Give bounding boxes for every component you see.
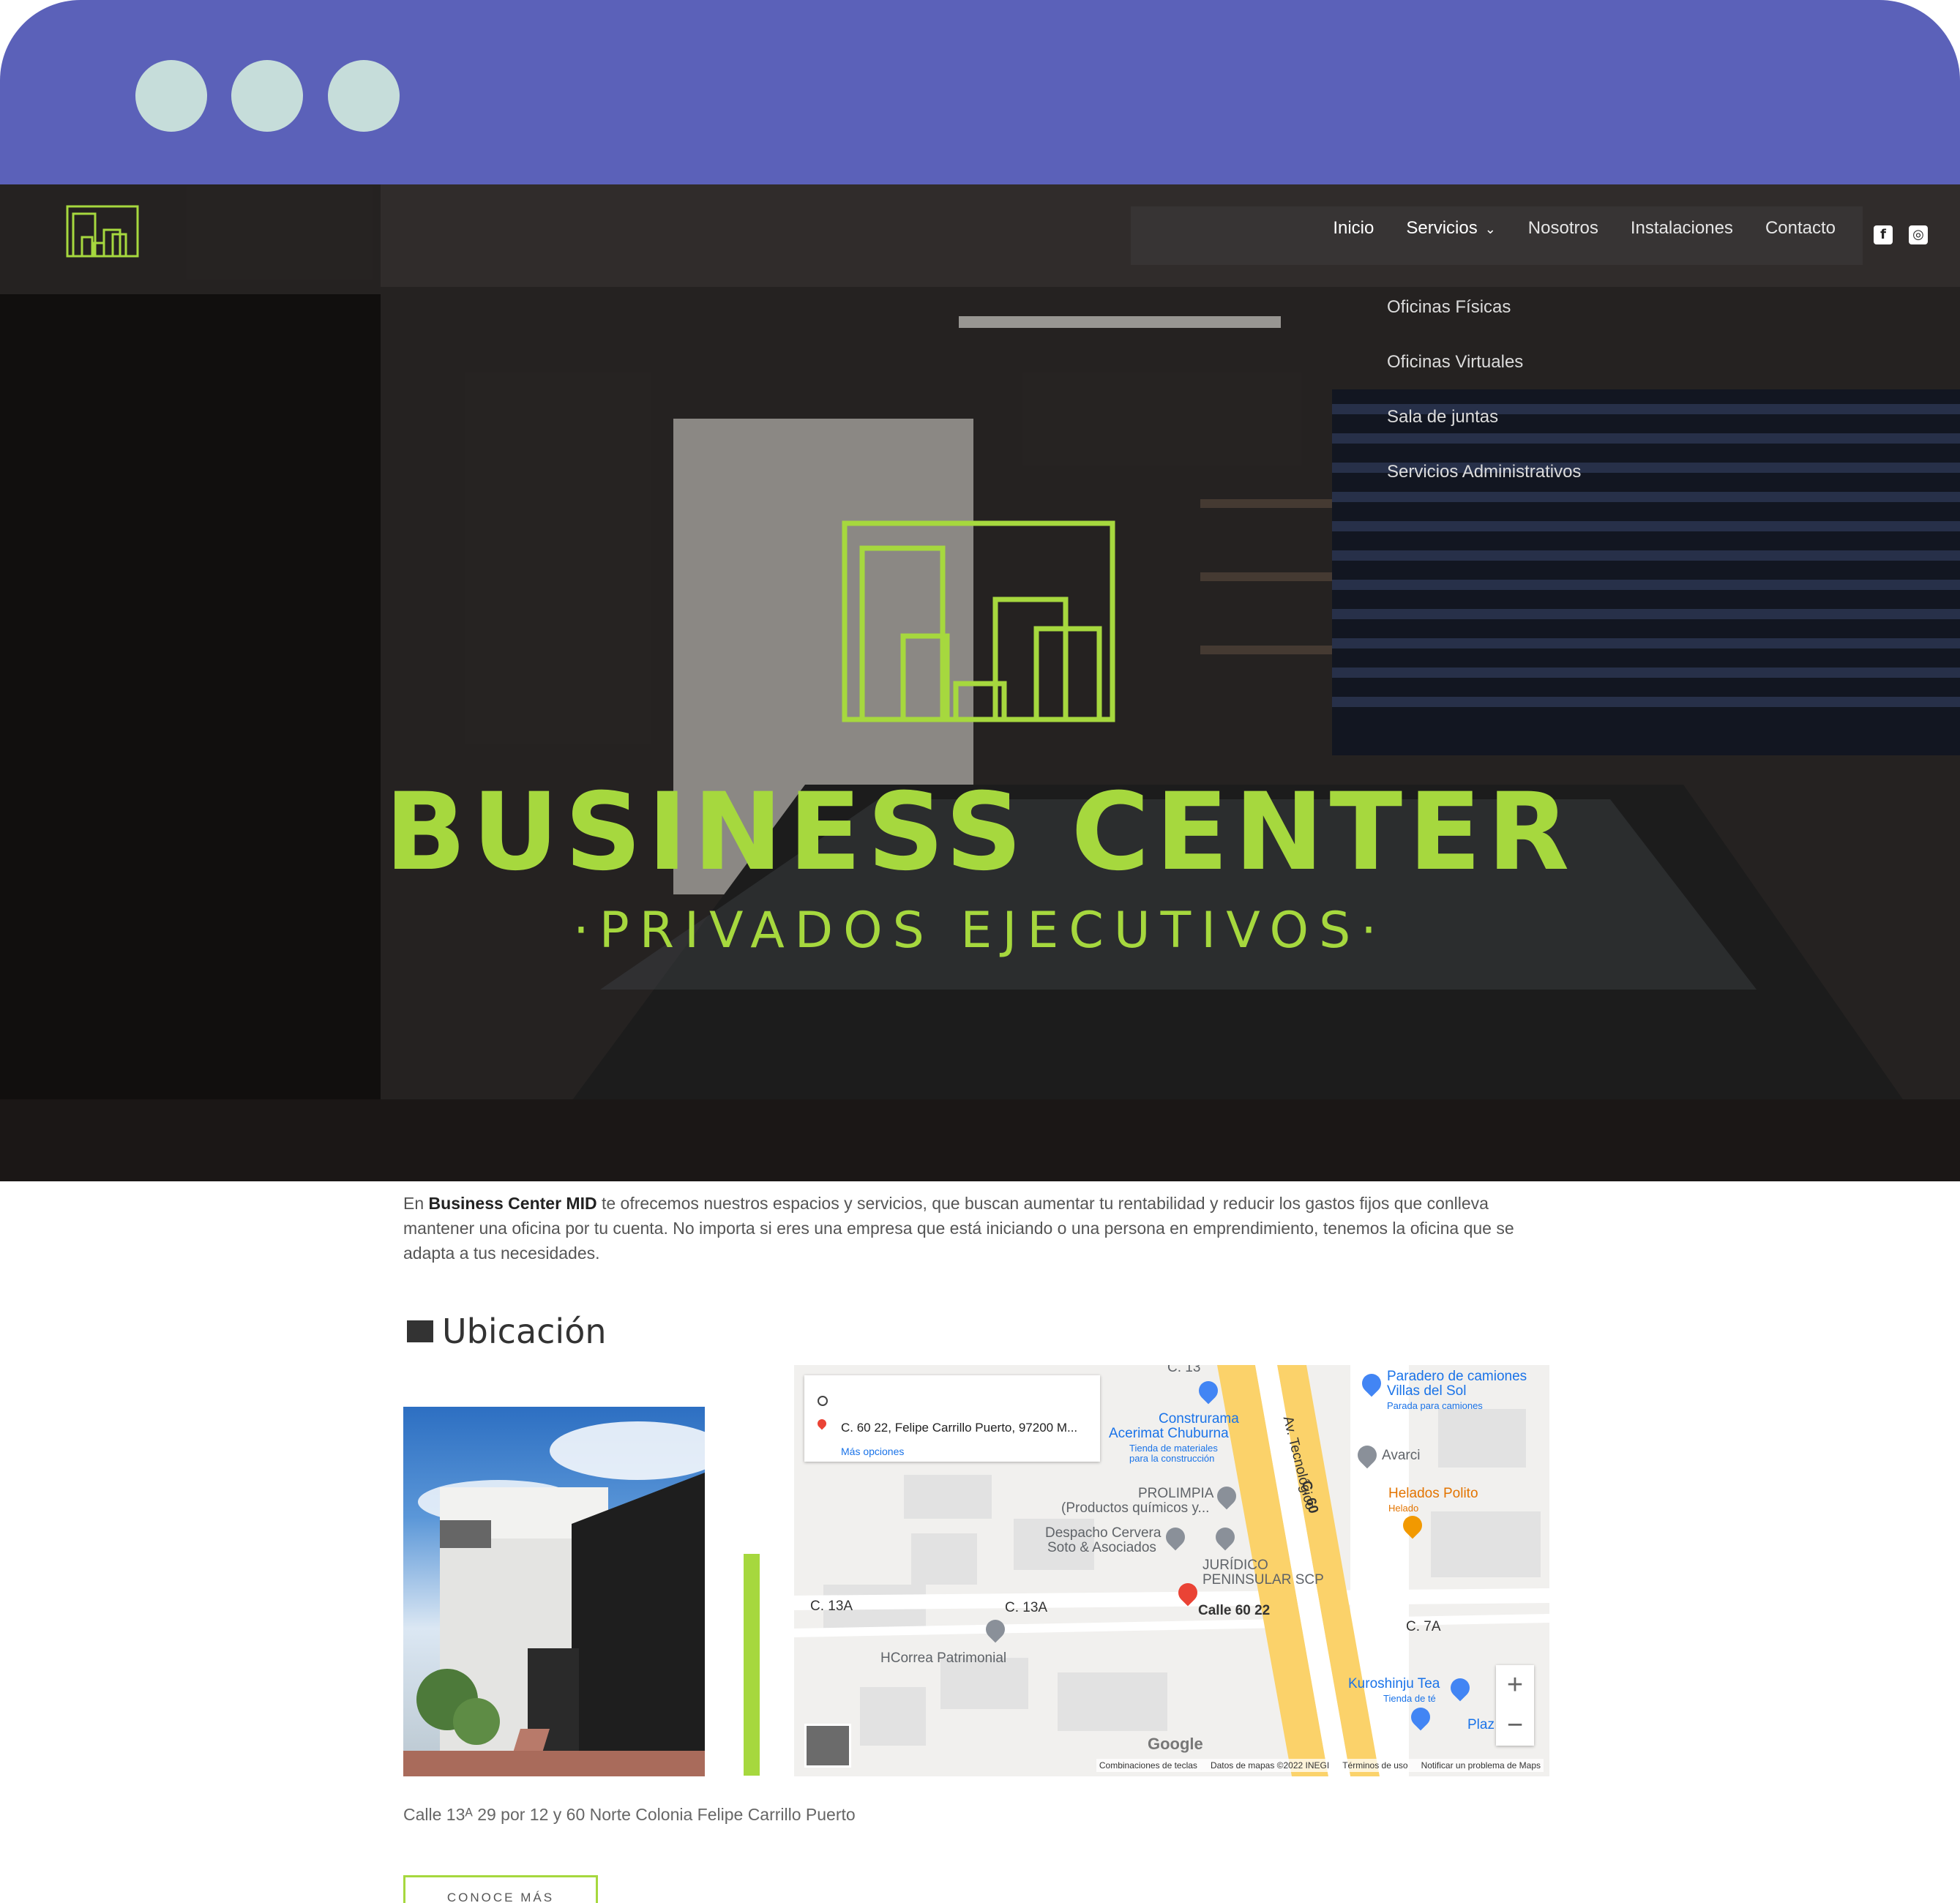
nav-label: Contacto — [1765, 218, 1836, 238]
nav-label: Servicios — [1406, 218, 1478, 238]
map-label-construrama2: Acerimat Chuburna — [1109, 1426, 1229, 1441]
map-label-hcorrea: HCorrea Patrimonial — [880, 1650, 1007, 1666]
social-links: f ◎ — [1874, 225, 1928, 244]
chevron-down-icon: ⌄ — [1484, 222, 1496, 236]
map-more-options-link[interactable]: Más opciones — [841, 1446, 904, 1457]
map-label-juridico: JURÍDICO — [1202, 1558, 1268, 1573]
map-label-c13a-mid: C. 13A — [1005, 1600, 1048, 1615]
nav-item-contacto[interactable]: Contacto — [1765, 218, 1836, 239]
map-label-juridico2: PENINSULAR SCP — [1202, 1572, 1324, 1588]
location-heading: Ubicación — [407, 1312, 607, 1351]
map-card-address: C. 60 22, Felipe Carrillo Puerto, 97200 … — [841, 1421, 1078, 1435]
map-label-prolimpia2: (Productos químicos y... — [1061, 1500, 1210, 1516]
location-title: Ubicación — [442, 1312, 607, 1351]
dropdown-item-sala-de-juntas[interactable]: Sala de juntas — [1387, 389, 1581, 444]
map-zoom-control: + − — [1496, 1665, 1534, 1746]
intro-prefix: En — [403, 1194, 429, 1213]
pin-icon — [815, 1417, 828, 1430]
dropdown-item-oficinas-fisicas[interactable]: Oficinas Físicas — [1387, 280, 1581, 334]
heading-square-icon — [407, 1320, 433, 1342]
window-chrome — [0, 0, 1960, 184]
map-footer-terms[interactable]: Términos de uso — [1342, 1760, 1407, 1771]
window-control-1[interactable] — [135, 60, 207, 132]
location-address: Calle 13ᴬ 29 por 12 y 60 Norte Colonia F… — [403, 1805, 856, 1824]
map-label-c7a: C. 7A — [1406, 1619, 1441, 1634]
map-info-card: C. 60 22, Felipe Carrillo Puerto, 97200 … — [804, 1375, 1100, 1462]
map-label-kuroshinju-sub: Tienda de té — [1383, 1693, 1436, 1704]
map-footer-data: Datos de mapas ©2022 INEGI — [1210, 1760, 1330, 1771]
map-label-construrama: Construrama — [1159, 1411, 1239, 1427]
hero-subtitle: ·PRIVADOS EJECUTIVOS· — [573, 902, 1387, 960]
nav-item-servicios[interactable]: Servicios ⌄ — [1406, 218, 1495, 239]
map-footer-report[interactable]: Notificar un problema de Maps — [1421, 1760, 1541, 1771]
instagram-icon[interactable]: ◎ — [1909, 225, 1928, 244]
intro-brand: Business Center MID — [428, 1194, 597, 1213]
nav-logo-icon[interactable] — [66, 205, 139, 258]
map-label-prolimpia: PROLIMPIA — [1138, 1486, 1214, 1501]
map-footer: Combinaciones de teclas Datos de mapas ©… — [1096, 1759, 1544, 1772]
window-control-3[interactable] — [328, 60, 400, 132]
map-footer-shortcuts[interactable]: Combinaciones de teclas — [1099, 1760, 1197, 1771]
map-label-calle6022: Calle 60 22 — [1198, 1603, 1271, 1618]
nav-item-nosotros[interactable]: Nosotros — [1528, 218, 1598, 239]
origin-icon — [818, 1396, 828, 1406]
nav-label: Instalaciones — [1630, 218, 1733, 238]
map-label-construrama-sub2: para la construcción — [1129, 1453, 1215, 1464]
map-label-despacho2: Soto & Asociados — [1047, 1540, 1156, 1555]
servicios-dropdown: Oficinas Físicas Oficinas Virtuales Sala… — [1387, 280, 1581, 499]
map-label-paradero-sub: Parada para camiones — [1387, 1400, 1483, 1411]
nav-label: Inicio — [1333, 218, 1374, 238]
map-satellite-thumbnail[interactable] — [804, 1724, 851, 1768]
nav-label: Nosotros — [1527, 218, 1598, 238]
main-nav: Inicio Servicios ⌄ Nosotros Instalaciones… — [1333, 218, 1836, 239]
map-label-despacho: Despacho Cervera — [1045, 1525, 1162, 1541]
location-map[interactable]: C. 60 22, Felipe Carrillo Puerto, 97200 … — [794, 1365, 1549, 1776]
map-label-plaza: Plaz — [1467, 1717, 1495, 1732]
map-label-paradero2: Villas del Sol — [1387, 1383, 1467, 1399]
window-control-2[interactable] — [231, 60, 303, 132]
map-label-c13: C. 13 — [1167, 1365, 1201, 1375]
map-label-c13a-left: C. 13A — [810, 1599, 853, 1614]
map-label-avarci: Avarci — [1382, 1448, 1421, 1463]
zoom-in-button[interactable]: + — [1496, 1665, 1534, 1705]
hero-section: Inicio Servicios ⌄ Nosotros Instalaciones… — [0, 184, 1960, 1181]
map-label-helados-sub: Helado — [1388, 1503, 1419, 1514]
map-label-kuroshinju: Kuroshinju Tea — [1348, 1676, 1440, 1691]
hero-title: BUSINESS CENTER — [384, 770, 1576, 894]
facebook-icon[interactable]: f — [1874, 225, 1893, 244]
nav-item-instalaciones[interactable]: Instalaciones — [1631, 218, 1733, 239]
map-label-paradero: Paradero de camiones — [1387, 1369, 1527, 1384]
nav-item-inicio[interactable]: Inicio — [1333, 218, 1374, 239]
map-label-helados: Helados Polito — [1388, 1486, 1478, 1501]
google-logo: Google — [1148, 1735, 1203, 1753]
accent-bar — [744, 1554, 760, 1776]
zoom-out-button[interactable]: − — [1496, 1705, 1534, 1746]
browser-frame: Inicio Servicios ⌄ Nosotros Instalaciones… — [0, 0, 1960, 1903]
business-center-logo-icon — [842, 520, 1115, 722]
dropdown-item-oficinas-virtuales[interactable]: Oficinas Virtuales — [1387, 334, 1581, 389]
intro-paragraph: En Business Center MID te ofrecemos nues… — [403, 1191, 1545, 1265]
conoce-mas-button[interactable]: CONOCE MÁS — [403, 1875, 598, 1903]
dropdown-item-servicios-administrativos[interactable]: Servicios Administrativos — [1387, 444, 1581, 499]
building-photo — [403, 1407, 705, 1776]
